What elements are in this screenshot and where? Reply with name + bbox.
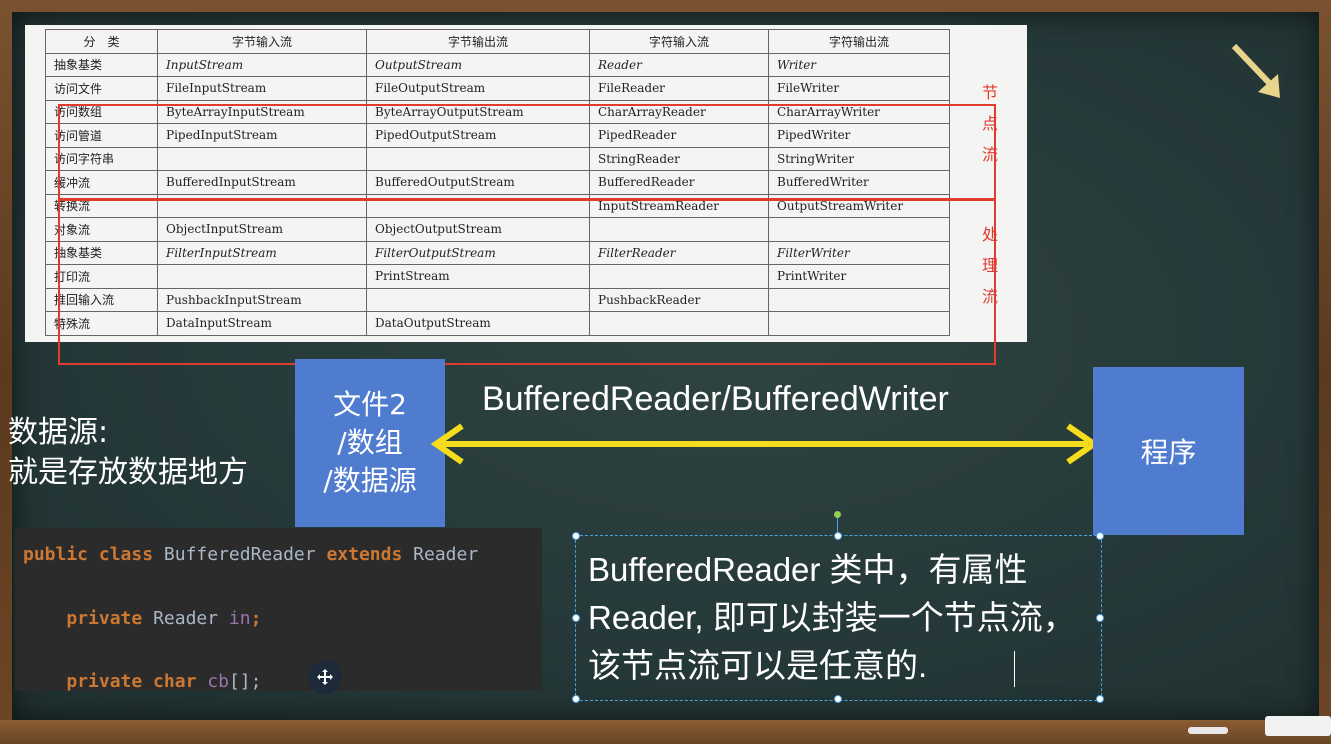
eraser [1265,716,1331,736]
code-field: in [228,608,251,629]
data-source-description: 数据源: 就是存放数据地方 [8,413,248,493]
header-category: 分 类 [45,29,158,54]
table-cell: FileWriter [768,76,950,101]
processing-stream-highlight [58,198,996,365]
table-cell: InputStream [157,52,367,77]
table-header-row: 分 类 字节输入流 字节输出流 字符输入流 字符输出流 [45,29,950,54]
code-punct: ; [250,608,262,629]
chalk-ledge [0,720,1331,744]
processing-stream-label: 处 理 流 [980,219,1000,312]
rotate-handle-icon[interactable] [834,511,841,518]
header-byte-input: 字节输入流 [157,29,367,54]
resize-handle-icon[interactable] [572,695,580,703]
header-byte-output: 字节输出流 [366,29,590,54]
code-parent-class: Reader [413,544,490,565]
code-punct: []; [228,671,262,691]
program-box[interactable]: 程序 [1093,367,1244,535]
move-cursor-icon[interactable] [308,660,342,694]
code-field: cb [207,671,229,691]
label-char: 流 [981,287,998,306]
io-stream-table-image: 分 类 字节输入流 字节输出流 字符输入流 字符输出流 抽象基类 InputSt… [25,25,1027,365]
table-cell: 抽象基类 [45,52,158,77]
label-char: 点 [981,114,998,133]
header-char-input: 字符输入流 [589,29,769,54]
resize-handle-icon[interactable] [1096,532,1104,540]
table-cell: FileInputStream [157,76,367,101]
code-keyword: extends [326,544,414,565]
resize-handle-icon[interactable] [1096,695,1104,703]
table-row: 抽象基类 InputStream OutputStream Reader Wri… [45,52,950,77]
note-text[interactable]: BufferedReader 类中，有属性Reader, 即可以封装一个节点流，… [588,546,1098,690]
table-cell: FileReader [589,76,769,101]
code-line-reader-field: private Reader in; [23,608,261,629]
resize-handle-icon[interactable] [834,532,842,540]
table-cell: Reader [589,52,769,77]
table-cell: FileOutputStream [366,76,590,101]
label-char: 理 [981,256,998,275]
chalk-piece [1188,727,1228,734]
code-keyword: private char [66,671,208,691]
resize-handle-icon[interactable] [572,532,580,540]
file-box-line: /数组 [337,426,403,459]
table-cell: OutputStream [366,52,590,77]
program-label: 程序 [1140,436,1197,469]
header-char-output: 字符输出流 [768,29,950,54]
code-type: Reader [153,608,229,629]
file-source-box[interactable]: 文件2 /数组 /数据源 [295,359,445,527]
code-line-class: public class BufferedReader extends Read… [23,544,489,565]
label-char: 处 [981,225,998,244]
buffered-arrow-label: BufferedReader/BufferedWriter [482,380,949,418]
table-cell: Writer [768,52,950,77]
file-box-line: 文件2 [333,388,407,421]
node-stream-label: 节 点 流 [980,77,1000,170]
resize-handle-icon[interactable] [1096,614,1104,622]
resize-handle-icon[interactable] [572,614,580,622]
table-cell: 访问文件 [45,76,158,101]
pointer-arrow-icon [1231,43,1280,98]
table-row: 访问文件 FileInputStream FileOutputStream Fi… [45,76,950,101]
code-class-name: BufferedReader [163,544,327,565]
double-arrow-icon [430,423,1100,465]
code-keyword: public class [23,544,164,565]
note-textbox[interactable]: BufferedReader 类中，有属性Reader, 即可以封装一个节点流，… [572,532,1104,703]
code-keyword: private [66,608,154,629]
node-stream-highlight [58,104,996,201]
code-snippet: public class BufferedReader extends Read… [15,528,542,691]
label-char: 节 [981,83,998,102]
file-box-line: /数据源 [323,464,417,497]
label-char: 流 [981,145,998,164]
data-source-title: 数据源: [8,415,109,450]
code-line-char-field: private char cb[]; [23,671,261,691]
resize-handle-icon[interactable] [834,695,842,703]
text-cursor [1014,651,1015,687]
data-source-subtitle: 就是存放数据地方 [8,455,248,490]
